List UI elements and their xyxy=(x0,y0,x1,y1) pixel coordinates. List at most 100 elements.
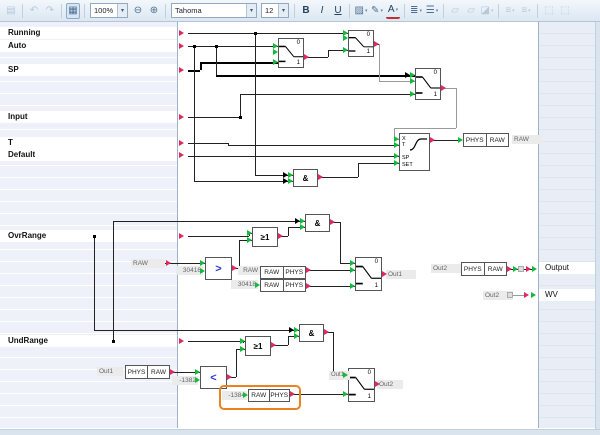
wire-segment[interactable] xyxy=(188,156,399,157)
chevron-down-icon[interactable]: ▾ xyxy=(365,8,368,14)
save-icon[interactable]: ▤ xyxy=(4,3,18,19)
net-tag-out2[interactable]: Out2 xyxy=(377,380,403,389)
phys-raw-converter[interactable]: PHYS RAW xyxy=(463,133,509,147)
send-backward-icon[interactable]: ▱ xyxy=(464,3,478,19)
italic-button[interactable]: I xyxy=(315,3,329,19)
and-gate-block[interactable]: & xyxy=(299,324,324,342)
selector-switch-block[interactable]: 0 1 xyxy=(348,368,375,402)
wire-segment[interactable] xyxy=(239,240,240,268)
font-family-combo[interactable]: Tahoma ▾ xyxy=(171,3,257,18)
wire-segment[interactable] xyxy=(113,221,114,341)
horizontal-scrollbar[interactable] xyxy=(0,429,600,435)
group-icon[interactable]: ⬚ xyxy=(542,3,556,19)
net-tag-raw[interactable]: RAW xyxy=(131,259,165,268)
net-tag-out1[interactable]: Out1 xyxy=(97,367,123,376)
zoom-in-icon[interactable]: ⊕ xyxy=(147,3,161,19)
wire-segment[interactable] xyxy=(333,332,334,375)
net-tag-out1[interactable]: Out1 xyxy=(386,270,416,279)
and-gate-block[interactable]: & xyxy=(293,169,318,187)
wire-segment[interactable] xyxy=(200,62,202,70)
align-vertical-icon[interactable]: ≡ ▾ xyxy=(519,3,533,19)
wire-segment[interactable] xyxy=(113,221,305,222)
greater-than-block[interactable]: > xyxy=(205,257,232,280)
chevron-down-icon[interactable]: ▾ xyxy=(528,8,531,14)
or-gate-block[interactable]: ≥1 xyxy=(252,227,278,247)
wire-segment[interactable] xyxy=(194,181,293,182)
chevron-down-icon[interactable]: ▾ xyxy=(396,7,399,13)
wire-segment[interactable] xyxy=(188,46,278,47)
and-gate-block[interactable]: & xyxy=(305,214,330,232)
zoom-level-combo[interactable]: 100% ▾ xyxy=(90,3,128,18)
wire-segment[interactable] xyxy=(394,128,456,129)
wire-segment[interactable] xyxy=(456,88,457,128)
rotate-icon[interactable]: ◪ ▾ xyxy=(480,3,494,19)
line-color-icon[interactable]: ✎ ▾ xyxy=(370,3,384,19)
underline-button[interactable]: U xyxy=(331,3,345,19)
wire-segment[interactable] xyxy=(94,330,299,331)
fill-color-icon[interactable]: ▨ ▾ xyxy=(354,3,368,19)
wire-segment[interactable] xyxy=(288,336,289,345)
wire-segment[interactable] xyxy=(358,163,399,164)
wire-segment[interactable] xyxy=(236,349,237,377)
line-style-icon[interactable]: ≣ ▾ xyxy=(409,3,423,19)
wire-segment[interactable] xyxy=(306,270,355,271)
bold-button[interactable]: B xyxy=(299,3,313,19)
wire-segment[interactable] xyxy=(318,177,358,178)
wire-segment[interactable] xyxy=(200,62,278,64)
wire-segment[interactable] xyxy=(188,341,245,342)
terminal-default[interactable]: Default xyxy=(0,149,177,161)
chevron-down-icon[interactable]: ▾ xyxy=(246,4,256,17)
redo-icon[interactable]: ↷ xyxy=(43,3,57,19)
wire-segment[interactable] xyxy=(379,44,380,81)
wire-segment[interactable] xyxy=(288,227,289,236)
bring-forward-icon[interactable]: ▱ xyxy=(448,3,462,19)
line-width-icon[interactable]: ☰ ▾ xyxy=(425,3,439,19)
grid-toggle-icon[interactable]: ▦ xyxy=(66,2,80,19)
selector-switch-block[interactable]: 0 1 xyxy=(348,30,374,57)
wire-segment[interactable] xyxy=(255,33,256,175)
const-tag-30418[interactable]: 30418 xyxy=(231,280,258,289)
font-color-icon[interactable]: A ▾ xyxy=(386,3,400,19)
or-gate-block[interactable]: ≥1 xyxy=(245,336,271,356)
wire-segment[interactable] xyxy=(216,75,415,77)
selector-switch-block[interactable]: 0 1 xyxy=(415,68,441,100)
wire-segment[interactable] xyxy=(188,33,348,34)
wire-segment[interactable] xyxy=(328,50,329,57)
font-size-combo[interactable]: 12 ▾ xyxy=(261,3,289,18)
wire-segment[interactable] xyxy=(188,236,249,237)
phys-raw-converter[interactable]: PHYS RAW xyxy=(461,262,507,276)
ramp-block[interactable]: X T SP SET xyxy=(399,133,430,171)
wire-segment[interactable] xyxy=(358,163,359,177)
terminal-input[interactable]: Input xyxy=(0,111,177,123)
terminal-sp[interactable]: SP xyxy=(0,64,177,76)
wire-segment[interactable] xyxy=(194,46,195,181)
raw-phys-converter[interactable]: RAW PHYS xyxy=(260,266,306,279)
chevron-down-icon[interactable]: ▾ xyxy=(512,8,515,14)
terminal-auto[interactable]: Auto xyxy=(0,40,177,52)
ungroup-icon[interactable]: ⬚ xyxy=(558,3,572,19)
selector-switch-block[interactable]: 0 1 xyxy=(355,257,382,291)
align-horizontal-icon[interactable]: ≡ ▾ xyxy=(503,3,517,19)
terminal-output[interactable]: Output xyxy=(539,262,595,274)
wire-segment[interactable] xyxy=(340,222,341,263)
terminal-undrange[interactable]: UndRange xyxy=(0,335,177,347)
terminal-wv[interactable]: WV xyxy=(539,289,595,301)
terminal-t[interactable]: T xyxy=(0,137,177,149)
chevron-down-icon[interactable]: ▾ xyxy=(436,8,439,14)
const-tag-30416[interactable]: 30416 xyxy=(176,266,203,275)
wire-segment[interactable] xyxy=(228,145,399,146)
selector-switch-block[interactable]: 0 1 xyxy=(278,38,304,68)
terminal-running[interactable]: Running xyxy=(0,27,177,39)
wire-segment[interactable] xyxy=(240,94,415,95)
chevron-down-icon[interactable]: ▾ xyxy=(419,8,422,14)
phys-raw-converter[interactable]: PHYS RAW xyxy=(125,365,170,379)
chevron-down-icon[interactable]: ▾ xyxy=(117,4,127,17)
zoom-out-icon[interactable]: ⊖ xyxy=(131,3,145,19)
raw-phys-converter[interactable]: RAW PHYS xyxy=(260,279,306,292)
wire-segment[interactable] xyxy=(94,236,95,330)
wire-segment[interactable] xyxy=(228,143,229,145)
net-tag-out2[interactable]: Out2 xyxy=(431,264,461,273)
vertical-scrollbar[interactable] xyxy=(595,22,600,429)
chevron-down-icon[interactable]: ▾ xyxy=(278,4,288,17)
wire-segment[interactable] xyxy=(188,117,240,118)
